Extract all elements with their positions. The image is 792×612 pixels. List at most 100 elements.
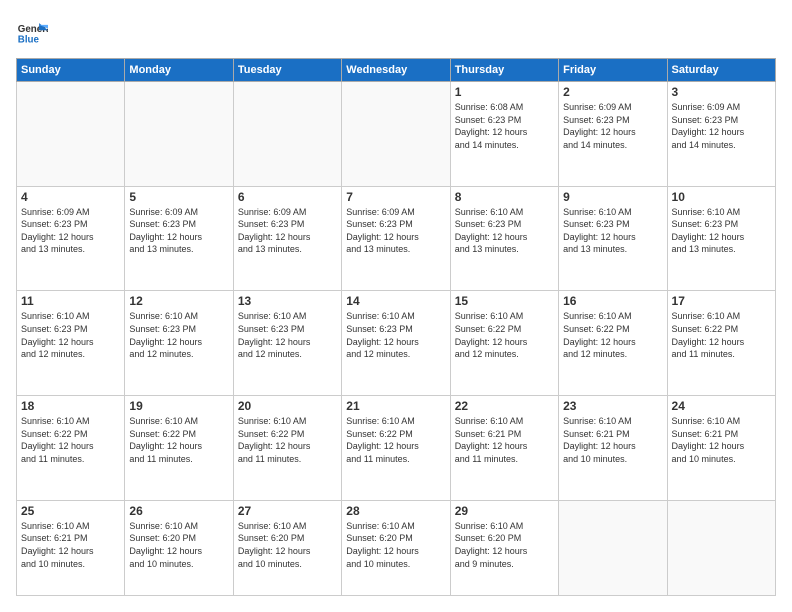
day-info: Sunrise: 6:10 AMSunset: 6:22 PMDaylight:… — [21, 415, 120, 465]
day-info: Sunrise: 6:10 AMSunset: 6:21 PMDaylight:… — [21, 520, 120, 570]
calendar-cell: 27 Sunrise: 6:10 AMSunset: 6:20 PMDayligh… — [233, 500, 341, 595]
day-info: Sunrise: 6:10 AMSunset: 6:22 PMDaylight:… — [129, 415, 228, 465]
calendar-cell: 11 Sunrise: 6:10 AMSunset: 6:23 PMDayligh… — [17, 291, 125, 396]
calendar-cell — [559, 500, 667, 595]
calendar-cell: 5Sunrise: 6:09 AMSunset: 6:23 PMDaylight… — [125, 186, 233, 291]
calendar-cell: 16 Sunrise: 6:10 AMSunset: 6:22 PMDayligh… — [559, 291, 667, 396]
calendar-cell: 23 Sunrise: 6:10 AMSunset: 6:21 PMDayligh… — [559, 396, 667, 501]
calendar-cell: 25 Sunrise: 6:10 AMSunset: 6:21 PMDayligh… — [17, 500, 125, 595]
calendar-cell — [125, 82, 233, 187]
day-number: 9 — [563, 190, 662, 204]
day-number: 18 — [21, 399, 120, 413]
day-info: Sunrise: 6:08 AMSunset: 6:23 PMDaylight:… — [455, 101, 554, 151]
day-info: Sunrise: 6:10 AMSunset: 6:20 PMDaylight:… — [455, 520, 554, 570]
weekday-header-friday: Friday — [559, 59, 667, 82]
day-info: Sunrise: 6:09 AMSunset: 6:23 PMDaylight:… — [238, 206, 337, 256]
day-number: 23 — [563, 399, 662, 413]
svg-text:Blue: Blue — [18, 35, 40, 46]
day-number: 19 — [129, 399, 228, 413]
day-info: Sunrise: 6:10 AMSunset: 6:23 PMDaylight:… — [455, 206, 554, 256]
day-info: Sunrise: 6:10 AMSunset: 6:23 PMDaylight:… — [346, 310, 445, 360]
day-info: Sunrise: 6:10 AMSunset: 6:23 PMDaylight:… — [21, 310, 120, 360]
day-number: 26 — [129, 504, 228, 518]
day-number: 4 — [21, 190, 120, 204]
calendar-week-row: 4 Sunrise: 6:09 AMSunset: 6:23 PMDaylight… — [17, 186, 776, 291]
day-info: Sunrise: 6:09 AMSunset: 6:23 PMDaylight:… — [563, 101, 662, 151]
calendar-cell: 8 Sunrise: 6:10 AMSunset: 6:23 PMDaylight… — [450, 186, 558, 291]
page: General Blue SundayMondayTuesdayWednesda… — [0, 0, 792, 612]
weekday-header-thursday: Thursday — [450, 59, 558, 82]
day-number: 7 — [346, 190, 445, 204]
day-number: 24 — [672, 399, 771, 413]
day-number: 8 — [455, 190, 554, 204]
day-info: Sunrise: 6:10 AMSunset: 6:23 PMDaylight:… — [563, 206, 662, 256]
day-info: Sunrise: 6:10 AMSunset: 6:22 PMDaylight:… — [672, 310, 771, 360]
day-number: 21 — [346, 399, 445, 413]
calendar-cell: 15 Sunrise: 6:10 AMSunset: 6:22 PMDayligh… — [450, 291, 558, 396]
day-info: Sunrise: 6:10 AMSunset: 6:21 PMDaylight:… — [563, 415, 662, 465]
calendar-cell — [667, 500, 775, 595]
logo-icon: General Blue — [16, 16, 48, 48]
day-number: 14 — [346, 294, 445, 308]
day-info: Sunrise: 6:10 AMSunset: 6:22 PMDaylight:… — [455, 310, 554, 360]
weekday-header-tuesday: Tuesday — [233, 59, 341, 82]
calendar-cell: 13 Sunrise: 6:10 AMSunset: 6:23 PMDayligh… — [233, 291, 341, 396]
calendar-cell: 2Sunrise: 6:09 AMSunset: 6:23 PMDaylight… — [559, 82, 667, 187]
day-number: 20 — [238, 399, 337, 413]
day-number: 12 — [129, 294, 228, 308]
day-number: 27 — [238, 504, 337, 518]
calendar-cell — [233, 82, 341, 187]
calendar-cell: 4Sunrise: 6:09 AMSunset: 6:23 PMDaylight… — [17, 186, 125, 291]
day-info: Sunrise: 6:10 AMSunset: 6:20 PMDaylight:… — [238, 520, 337, 570]
day-info: Sunrise: 6:10 AMSunset: 6:22 PMDaylight:… — [346, 415, 445, 465]
calendar-table: SundayMondayTuesdayWednesdayThursdayFrid… — [16, 58, 776, 596]
calendar-cell: 20 Sunrise: 6:10 AMSunset: 6:22 PMDayligh… — [233, 396, 341, 501]
weekday-header-row: SundayMondayTuesdayWednesdayThursdayFrid… — [17, 59, 776, 82]
calendar-cell: 6 Sunrise: 6:09 AMSunset: 6:23 PMDaylight… — [233, 186, 341, 291]
day-info: Sunrise: 6:10 AMSunset: 6:23 PMDaylight:… — [129, 310, 228, 360]
calendar-cell: 22 Sunrise: 6:10 AMSunset: 6:21 PMDayligh… — [450, 396, 558, 501]
day-info: Sunrise: 6:10 AMSunset: 6:21 PMDaylight:… — [455, 415, 554, 465]
day-number: 25 — [21, 504, 120, 518]
day-info: Sunrise: 6:10 AMSunset: 6:22 PMDaylight:… — [563, 310, 662, 360]
calendar-cell: 21 Sunrise: 6:10 AMSunset: 6:22 PMDayligh… — [342, 396, 450, 501]
weekday-header-saturday: Saturday — [667, 59, 775, 82]
day-number: 13 — [238, 294, 337, 308]
day-info: Sunrise: 6:10 AMSunset: 6:20 PMDaylight:… — [129, 520, 228, 570]
weekday-header-wednesday: Wednesday — [342, 59, 450, 82]
day-info: Sunrise: 6:09 AMSunset: 6:23 PMDaylight:… — [672, 101, 771, 151]
calendar-cell: 1Sunrise: 6:08 AMSunset: 6:23 PMDaylight… — [450, 82, 558, 187]
calendar-cell: 24Sunrise: 6:10 AMSunset: 6:21 PMDayligh… — [667, 396, 775, 501]
calendar-cell: 17Sunrise: 6:10 AMSunset: 6:22 PMDayligh… — [667, 291, 775, 396]
calendar-week-row: 25 Sunrise: 6:10 AMSunset: 6:21 PMDayligh… — [17, 500, 776, 595]
day-number: 16 — [563, 294, 662, 308]
calendar-cell — [17, 82, 125, 187]
weekday-header-sunday: Sunday — [17, 59, 125, 82]
calendar-cell — [342, 82, 450, 187]
day-number: 5 — [129, 190, 228, 204]
day-number: 6 — [238, 190, 337, 204]
day-info: Sunrise: 6:10 AMSunset: 6:22 PMDaylight:… — [238, 415, 337, 465]
calendar-cell: 10 Sunrise: 6:10 AMSunset: 6:23 PMDayligh… — [667, 186, 775, 291]
calendar-cell: 3 Sunrise: 6:09 AMSunset: 6:23 PMDaylight… — [667, 82, 775, 187]
calendar-cell: 19 Sunrise: 6:10 AMSunset: 6:22 PMDayligh… — [125, 396, 233, 501]
day-info: Sunrise: 6:10 AMSunset: 6:23 PMDaylight:… — [238, 310, 337, 360]
logo: General Blue — [16, 16, 48, 48]
calendar-cell: 28 Sunrise: 6:10 AMSunset: 6:20 PMDayligh… — [342, 500, 450, 595]
calendar-cell: 29 Sunrise: 6:10 AMSunset: 6:20 PMDayligh… — [450, 500, 558, 595]
calendar-week-row: 11 Sunrise: 6:10 AMSunset: 6:23 PMDayligh… — [17, 291, 776, 396]
calendar-week-row: 1Sunrise: 6:08 AMSunset: 6:23 PMDaylight… — [17, 82, 776, 187]
weekday-header-monday: Monday — [125, 59, 233, 82]
day-number: 10 — [672, 190, 771, 204]
header: General Blue — [16, 16, 776, 48]
day-number: 15 — [455, 294, 554, 308]
day-number: 22 — [455, 399, 554, 413]
calendar-cell: 7Sunrise: 6:09 AMSunset: 6:23 PMDaylight… — [342, 186, 450, 291]
day-info: Sunrise: 6:10 AMSunset: 6:20 PMDaylight:… — [346, 520, 445, 570]
day-number: 3 — [672, 85, 771, 99]
day-number: 28 — [346, 504, 445, 518]
calendar-cell: 18 Sunrise: 6:10 AMSunset: 6:22 PMDayligh… — [17, 396, 125, 501]
day-info: Sunrise: 6:10 AMSunset: 6:23 PMDaylight:… — [672, 206, 771, 256]
day-number: 29 — [455, 504, 554, 518]
day-number: 11 — [21, 294, 120, 308]
